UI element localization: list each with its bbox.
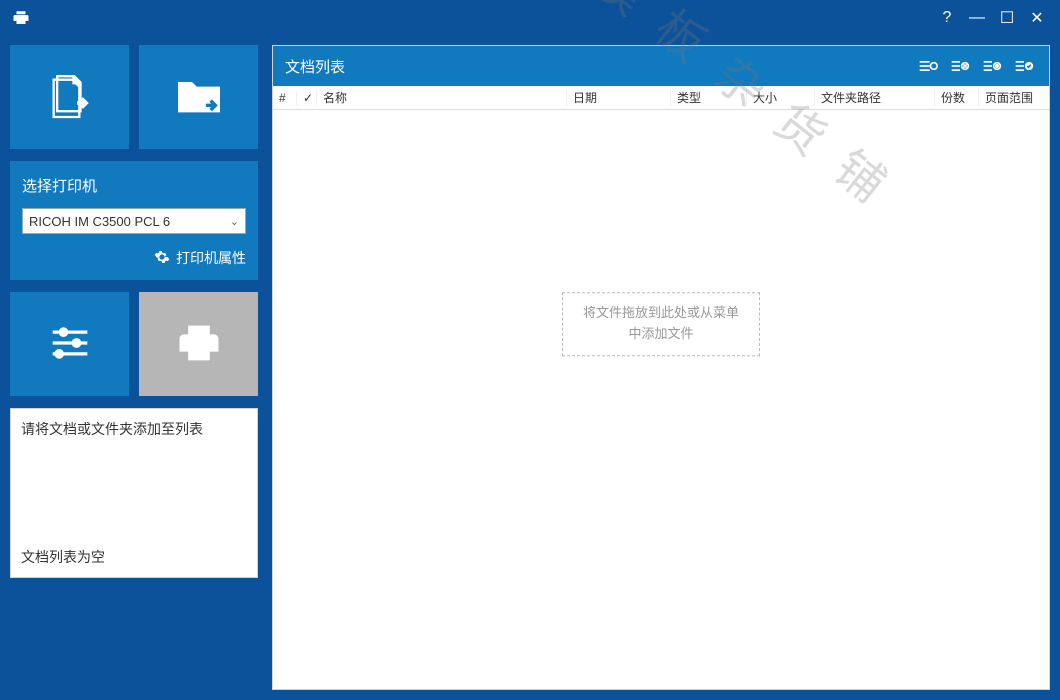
settings-tile[interactable] [10, 292, 129, 396]
list-action-3-icon[interactable] [979, 53, 1005, 79]
table-header: # ✓ 名称 日期 类型 大小 文件夹路径 份数 页面范围 [273, 86, 1049, 110]
add-document-tile[interactable] [10, 45, 129, 149]
sidebar: 选择打印机 RICOH IM C3500 PCL 6 ⌄ 打印机属性 [10, 45, 258, 690]
printer-properties-link[interactable]: 打印机属性 [22, 248, 246, 268]
printer-panel: 选择打印机 RICOH IM C3500 PCL 6 ⌄ 打印机属性 [10, 161, 258, 280]
content-area: 文档列表 # ✓ 名称 日期 类型 大小 文件夹路径 份数 页面范围 [272, 45, 1050, 690]
printer-selected-value: RICOH IM C3500 PCL 6 [29, 214, 170, 229]
print-tile [139, 292, 258, 396]
list-check-icon[interactable] [1011, 53, 1037, 79]
help-button[interactable]: ? [932, 3, 962, 33]
app-printer-icon [12, 9, 30, 27]
col-range[interactable]: 页面范围 [979, 89, 1039, 106]
maximize-button[interactable]: ☐ [992, 3, 1022, 33]
info-message-2: 文档列表为空 [21, 547, 247, 567]
col-type[interactable]: 类型 [671, 89, 747, 106]
printer-icon [173, 317, 225, 372]
watermark-text: 素材模板杂货铺 [463, 0, 925, 232]
drop-hint-line2: 中添加文件 [583, 324, 739, 345]
printer-label: 选择打印机 [22, 175, 246, 196]
col-size[interactable]: 大小 [747, 89, 815, 106]
documents-arrow-icon [42, 68, 98, 127]
content-title: 文档列表 [285, 56, 345, 77]
list-remove-icon[interactable] [947, 53, 973, 79]
content-header: 文档列表 [273, 46, 1049, 86]
close-button[interactable]: ✕ [1022, 3, 1052, 33]
info-message-1: 请将文档或文件夹添加至列表 [21, 419, 247, 439]
titlebar: ? — ☐ ✕ [0, 0, 1060, 35]
drop-hint-line1: 将文件拖放到此处或从菜单 [583, 303, 739, 324]
printer-select[interactable]: RICOH IM C3500 PCL 6 ⌄ [22, 208, 246, 234]
col-check[interactable]: ✓ [297, 91, 317, 105]
add-folder-tile[interactable] [139, 45, 258, 149]
col-date[interactable]: 日期 [567, 89, 671, 106]
folder-arrow-icon [171, 68, 227, 127]
drop-hint: 将文件拖放到此处或从菜单 中添加文件 [562, 292, 760, 356]
drop-zone[interactable]: 素材模板杂货铺 将文件拖放到此处或从菜单 中添加文件 [273, 110, 1049, 689]
list-action-1-icon[interactable] [915, 53, 941, 79]
chevron-down-icon: ⌄ [230, 215, 239, 228]
info-panel: 请将文档或文件夹添加至列表 文档列表为空 [10, 408, 258, 578]
col-path[interactable]: 文件夹路径 [815, 89, 935, 106]
gear-icon [154, 249, 170, 268]
col-num[interactable]: # [273, 91, 297, 105]
printer-properties-label: 打印机属性 [176, 248, 246, 268]
col-name[interactable]: 名称 [317, 89, 567, 106]
minimize-button[interactable]: — [962, 3, 992, 33]
col-copies[interactable]: 份数 [935, 89, 979, 106]
sliders-icon [44, 317, 96, 372]
